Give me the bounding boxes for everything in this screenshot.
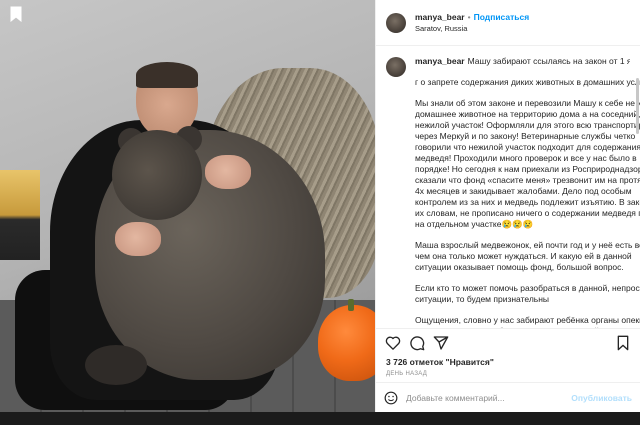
photo-man-hand bbox=[115, 222, 161, 256]
caption-first-line: manya_bear Машу забирают ссылаясь на зако… bbox=[415, 56, 630, 67]
caption-line: нежилой участок! Оформляли для этого всю… bbox=[415, 120, 640, 130]
photo-man-hand bbox=[205, 155, 251, 189]
caption-line: чем она только может нуждаться. И какую … bbox=[415, 251, 632, 261]
caption-line: сказали что фонд «спасите меня» трезвони… bbox=[415, 175, 640, 185]
save-post-button[interactable] bbox=[614, 334, 632, 352]
photo-bear-paw bbox=[85, 345, 147, 385]
instagram-post-modal: manya_bear • Подписаться Saratov, Russia m… bbox=[0, 0, 640, 412]
like-button[interactable] bbox=[384, 334, 402, 352]
post-actions bbox=[376, 328, 640, 356]
add-comment-form: Опубликовать bbox=[376, 382, 640, 412]
caption-line: г о запрете содержания диких животных в … bbox=[415, 77, 640, 87]
bookmark-icon bbox=[617, 335, 629, 350]
comments-scrollbar[interactable] bbox=[636, 78, 639, 134]
emoji-icon[interactable] bbox=[384, 391, 398, 405]
page-backdrop-strip bbox=[0, 412, 640, 425]
paper-plane-icon bbox=[433, 335, 449, 350]
photo-man-hair bbox=[136, 62, 198, 88]
post-timestamp[interactable]: ДЕНЬ НАЗАД bbox=[376, 368, 640, 382]
photo-bench bbox=[0, 170, 40, 260]
caption-row: manya_bear Машу забирают ссылаясь на зако… bbox=[386, 56, 630, 77]
avatar[interactable] bbox=[386, 12, 406, 33]
caption-line: их словам, не прописано ничего о содержа… bbox=[415, 208, 640, 218]
photo-pumpkin bbox=[318, 299, 375, 381]
comment-input[interactable] bbox=[406, 392, 572, 403]
caption-line: Мы знали об этом законе и перевозили Маш… bbox=[415, 98, 640, 108]
follow-button[interactable]: Подписаться bbox=[474, 12, 530, 22]
caption-line: говорили что нежилой участок подходит дл… bbox=[415, 142, 640, 152]
caption-line: 4х месяцев и закидывает жалобами. Дело п… bbox=[415, 186, 632, 196]
caption-line: ситуации оказывает помощь фонд, большой … bbox=[415, 262, 624, 272]
share-button[interactable] bbox=[432, 334, 450, 352]
post-author-info: manya_bear • Подписаться Saratov, Russia bbox=[415, 11, 529, 35]
bookmark-icon[interactable] bbox=[9, 6, 23, 22]
avatar[interactable] bbox=[386, 57, 406, 77]
caption-paragraph: Ощущения, словно у нас забирают ребёнка … bbox=[415, 315, 640, 328]
caption-line: домашнее животное на территорию дома а н… bbox=[415, 109, 640, 119]
post-side-panel: manya_bear • Подписаться Saratov, Russia m… bbox=[375, 0, 640, 412]
comments-area[interactable]: manya_bear Машу забирают ссылаясь на зако… bbox=[376, 46, 640, 328]
photo-bear-head bbox=[112, 130, 202, 220]
likes-count-link[interactable]: 3 726 отметок "Нравится" bbox=[376, 356, 640, 368]
caption-line: на отдельном участке😢😢😢 bbox=[415, 219, 534, 229]
caption-text: Машу забирают ссылаясь на закон от 1 янв… bbox=[467, 56, 630, 66]
author-username-link[interactable]: manya_bear bbox=[415, 12, 465, 22]
caption-line: порядке! Но сегодня к нам приехали из Ро… bbox=[415, 164, 640, 174]
caption-line: ситуации, то будем признательны bbox=[415, 294, 550, 304]
post-header: manya_bear • Подписаться Saratov, Russia bbox=[376, 0, 640, 46]
caption-line: через Меркуй и по закону! Ветеринарные с… bbox=[415, 131, 636, 141]
caption-line: Если кто то может помочь разобраться в д… bbox=[415, 283, 640, 293]
caption-line: контролем из за них и медведь подлежит и… bbox=[415, 197, 640, 207]
location-link[interactable]: Saratov, Russia bbox=[415, 23, 529, 35]
caption-paragraph: Мы знали об этом законе и перевозили Маш… bbox=[415, 98, 640, 230]
caption-username-link[interactable]: manya_bear bbox=[415, 56, 465, 66]
caption-line: детском доме хоть и будет крыша над голо… bbox=[415, 326, 640, 328]
comment-button[interactable] bbox=[408, 334, 426, 352]
caption-body: г о запрете содержания диких животных в … bbox=[415, 77, 640, 328]
post-author-line: manya_bear • Подписаться bbox=[415, 11, 529, 23]
post-photo[interactable] bbox=[0, 0, 375, 412]
comment-icon bbox=[410, 335, 425, 350]
caption-paragraph: Маша взрослый медвежонок, ей почти год и… bbox=[415, 240, 640, 273]
caption-line: медведя! Проходили много проверок и все … bbox=[415, 153, 637, 163]
caption-line: Ощущения, словно у нас забирают ребёнка … bbox=[415, 315, 640, 325]
caption-paragraph: Если кто то может помочь разобраться в д… bbox=[415, 283, 640, 305]
caption-line: Маша взрослый медвежонок, ей почти год и… bbox=[415, 240, 640, 250]
publish-button[interactable]: Опубликовать bbox=[571, 393, 632, 403]
heart-icon bbox=[385, 336, 401, 350]
separator-dot: • bbox=[467, 11, 471, 22]
